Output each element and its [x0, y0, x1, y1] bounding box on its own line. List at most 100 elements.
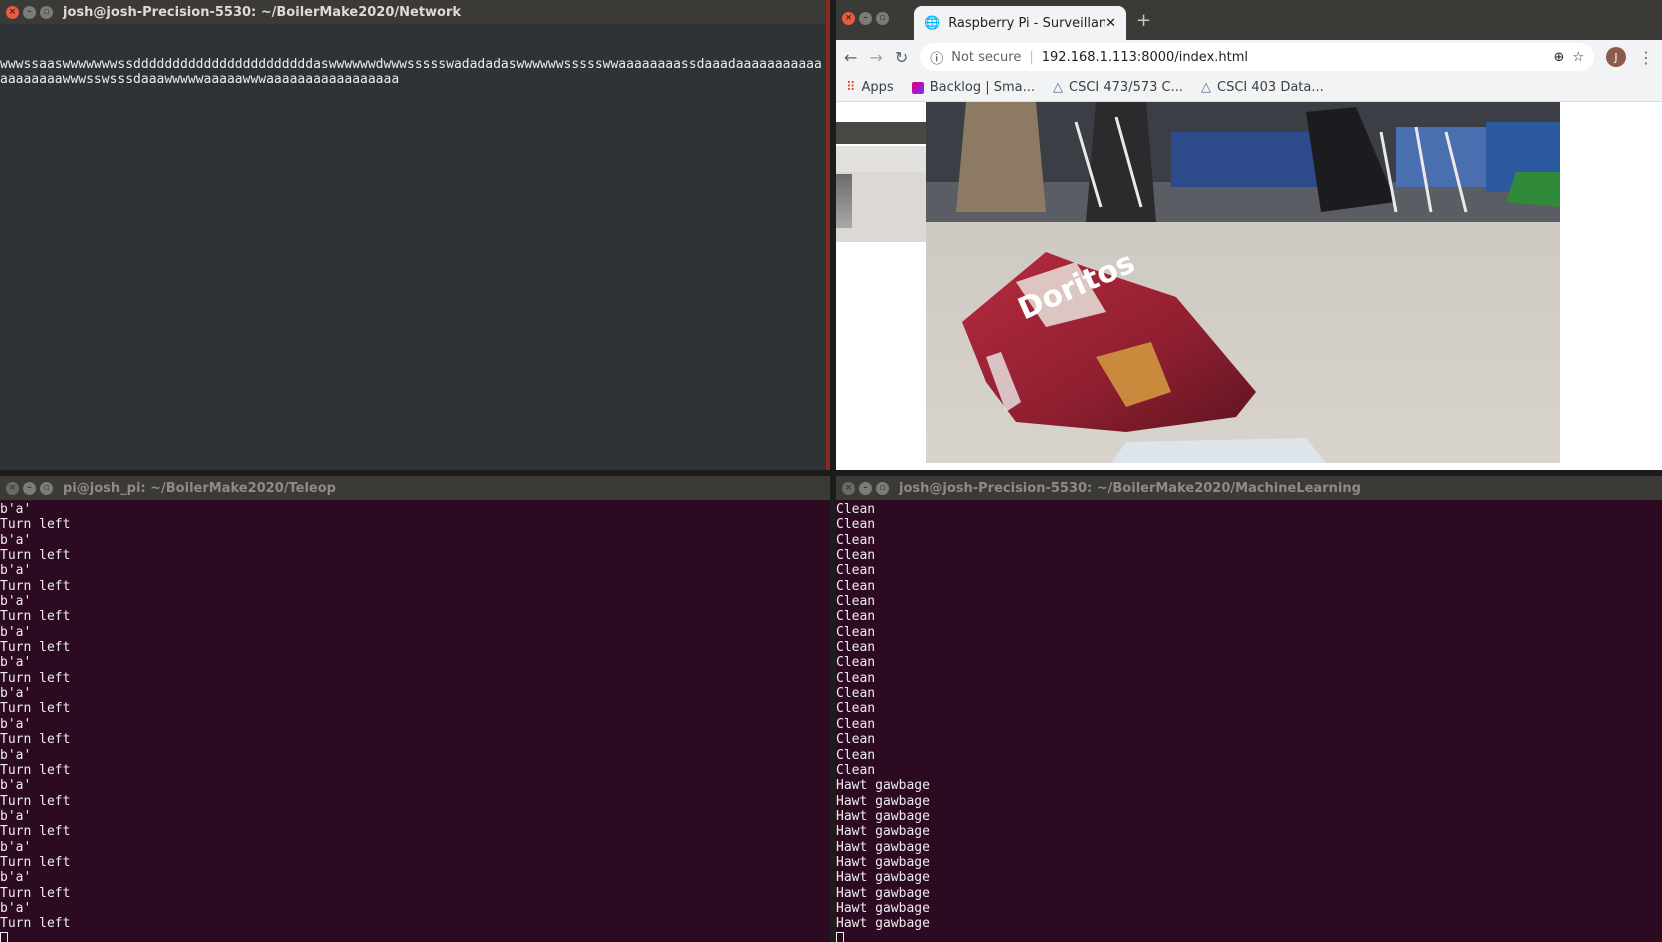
info-icon[interactable]: ⓘ — [930, 48, 943, 67]
network-terminal-window[interactable]: × – ▫ josh@josh-Precision-5530: ~/Boiler… — [0, 0, 830, 470]
browser-window[interactable]: × – ▫ 🌐 Raspberry Pi - Surveillance ✕ + … — [836, 0, 1662, 470]
terminal-output-line: Clean — [836, 517, 876, 533]
terminal-output-line: Turn left — [0, 824, 71, 840]
terminal-output-line: Turn left — [0, 670, 71, 686]
ml-terminal-window[interactable]: × – ▫ josh@josh-Precision-5530: ~/Boiler… — [836, 476, 1662, 942]
back-arrow-icon[interactable]: ← — [844, 48, 857, 67]
teleop-terminal-window[interactable]: × – ▫ pi@josh_pi: ~/BoilerMake2020/Teleo… — [0, 476, 830, 942]
close-icon[interactable]: × — [6, 481, 19, 495]
bookmark-csci-403[interactable]: △ CSCI 403 Data... — [1201, 80, 1324, 95]
terminal-output-line: Turn left — [0, 578, 71, 594]
network-terminal-output[interactable]: wwwssaaswwwwwwwssddddddddddddddddddddddd… — [0, 24, 826, 470]
minimize-icon[interactable]: – — [859, 12, 872, 25]
bookmark-csci-473[interactable]: △ CSCI 473/573 C... — [1053, 80, 1183, 95]
new-tab-icon[interactable]: + — [1136, 10, 1151, 31]
terminal-output-line: b'a' — [0, 747, 32, 763]
browser-toolbar: ← → ↻ ⓘ Not secure | 192.168.1.113:8000/… — [836, 40, 1662, 74]
bookmark-label: Backlog | Sma... — [929, 80, 1036, 95]
not-secure-label: Not secure — [951, 49, 1022, 65]
terminal-output-line: Clean — [836, 762, 876, 778]
maximize-icon[interactable]: ▫ — [876, 481, 889, 495]
terminal-output-line: Hawt gawbage — [836, 900, 930, 916]
canvas-triangle-icon: △ — [1201, 80, 1212, 95]
terminal-output-line: Hawt gawbage — [836, 839, 930, 855]
forward-arrow-icon[interactable]: → — [869, 48, 882, 67]
maximize-icon[interactable]: ▫ — [876, 12, 889, 25]
terminal-output-line: b'a' — [0, 778, 32, 794]
terminal-output-line: Clean — [836, 609, 876, 625]
bookmark-backlog[interactable]: Backlog | Sma... — [911, 80, 1036, 95]
terminal-output-line: Turn left — [0, 548, 71, 564]
minimize-icon[interactable]: – — [859, 481, 872, 495]
terminal-output-line: Clean — [836, 624, 876, 640]
network-terminal-titlebar[interactable]: × – ▫ josh@josh-Precision-5530: ~/Boiler… — [0, 0, 826, 24]
terminal-output-line: b'a' — [0, 563, 32, 579]
url-text[interactable]: 192.168.1.113:8000/index.html — [1042, 50, 1546, 65]
terminal-output-line: b'a' — [0, 870, 32, 886]
window-title: josh@josh-Precision-5530: ~/BoilerMake20… — [899, 480, 1361, 496]
close-icon[interactable]: × — [6, 5, 19, 19]
terminal-output-line: Clean — [836, 716, 876, 732]
overlay-thumbnail — [836, 172, 934, 242]
reload-icon[interactable]: ↻ — [895, 48, 908, 67]
terminal-output-line: Clean — [836, 747, 876, 763]
bookmark-label: CSCI 473/573 C... — [1069, 80, 1184, 95]
terminal-output-line: Clean — [836, 670, 876, 686]
terminal-output-line: b'a' — [0, 808, 32, 824]
ml-terminal-output[interactable]: Clean Clean Clean Clean Clean Clean Clean Clean… — [836, 500, 1662, 942]
terminal-output-line: b'a' — [0, 716, 32, 732]
terminal-output-line: Hawt gawbage — [836, 824, 930, 840]
maximize-icon[interactable]: ▫ — [40, 5, 53, 19]
terminal-output-line: Clean — [836, 640, 876, 656]
overlay-panel — [836, 146, 934, 172]
page-content[interactable]: Doritos — [836, 102, 1662, 470]
tab-close-icon[interactable]: ✕ — [1105, 16, 1116, 31]
terminal-cursor — [836, 931, 844, 942]
omnibox-separator: | — [1029, 49, 1034, 65]
terminal-output-line: Clean — [836, 532, 876, 548]
terminal-output-line: Hawt gawbage — [836, 778, 930, 794]
tab-title: Raspberry Pi - Surveillance — [948, 15, 1106, 31]
menu-kebab-icon[interactable]: ⋮ — [1638, 48, 1654, 67]
terminal-output-line: Hawt gawbage — [836, 854, 930, 870]
avatar[interactable]: J — [1606, 47, 1626, 67]
minimize-icon[interactable]: – — [23, 5, 36, 19]
zoom-icon[interactable]: ⊕ — [1553, 50, 1564, 65]
teleop-terminal-titlebar[interactable]: × – ▫ pi@josh_pi: ~/BoilerMake2020/Teleo… — [0, 476, 830, 500]
tab-surveillance[interactable]: 🌐 Raspberry Pi - Surveillance ✕ — [914, 6, 1126, 40]
terminal-output-line: Clean — [836, 563, 876, 579]
terminal-output-line: Hawt gawbage — [836, 793, 930, 809]
terminal-output-line: Turn left — [0, 517, 71, 533]
terminal-output-line: Turn left — [0, 609, 71, 625]
terminal-output-line: Turn left — [0, 762, 71, 778]
terminal-output-line: Turn left — [0, 640, 71, 656]
terminal-output-line: b'a' — [0, 839, 32, 855]
bookmark-label: Apps — [861, 80, 894, 95]
minimize-icon[interactable]: – — [23, 481, 36, 495]
video-frame: Doritos — [926, 102, 1560, 463]
terminal-output-line: b'a' — [0, 594, 32, 610]
terminal-output-line: Turn left — [0, 732, 71, 748]
apps-grid-icon: ⠿ — [846, 80, 856, 95]
bookmark-apps[interactable]: ⠿ Apps — [846, 80, 894, 95]
close-icon[interactable]: × — [842, 12, 855, 25]
terminal-output-line: Hawt gawbage — [836, 870, 930, 886]
terminal-output-line: b'a' — [0, 655, 32, 671]
ml-terminal-titlebar[interactable]: × – ▫ josh@josh-Precision-5530: ~/Boiler… — [836, 476, 1662, 500]
canvas-triangle-icon: △ — [1053, 80, 1064, 95]
terminal-output-line: Hawt gawbage — [836, 916, 930, 932]
thumbnail-image — [836, 174, 852, 228]
teleop-terminal-output[interactable]: b'a' Turn left b'a' Turn left b'a' Turn left b… — [0, 500, 830, 942]
terminal-output-line: Turn left — [0, 885, 71, 901]
window-title: josh@josh-Precision-5530: ~/BoilerMake20… — [63, 4, 462, 20]
close-icon[interactable]: × — [842, 481, 855, 495]
terminal-output-line: Turn left — [0, 916, 71, 932]
terminal-output-line: Clean — [836, 548, 876, 564]
terminal-output-line: b'a' — [0, 624, 32, 640]
address-bar[interactable]: ⓘ Not secure | 192.168.1.113:8000/index.… — [920, 43, 1594, 71]
bookmark-star-icon[interactable]: ☆ — [1572, 50, 1584, 65]
surveillance-video-feed[interactable]: Doritos — [926, 102, 1560, 463]
terminal-output-line: Turn left — [0, 793, 71, 809]
maximize-icon[interactable]: ▫ — [40, 481, 53, 495]
bookmark-label: CSCI 403 Data... — [1217, 80, 1324, 95]
